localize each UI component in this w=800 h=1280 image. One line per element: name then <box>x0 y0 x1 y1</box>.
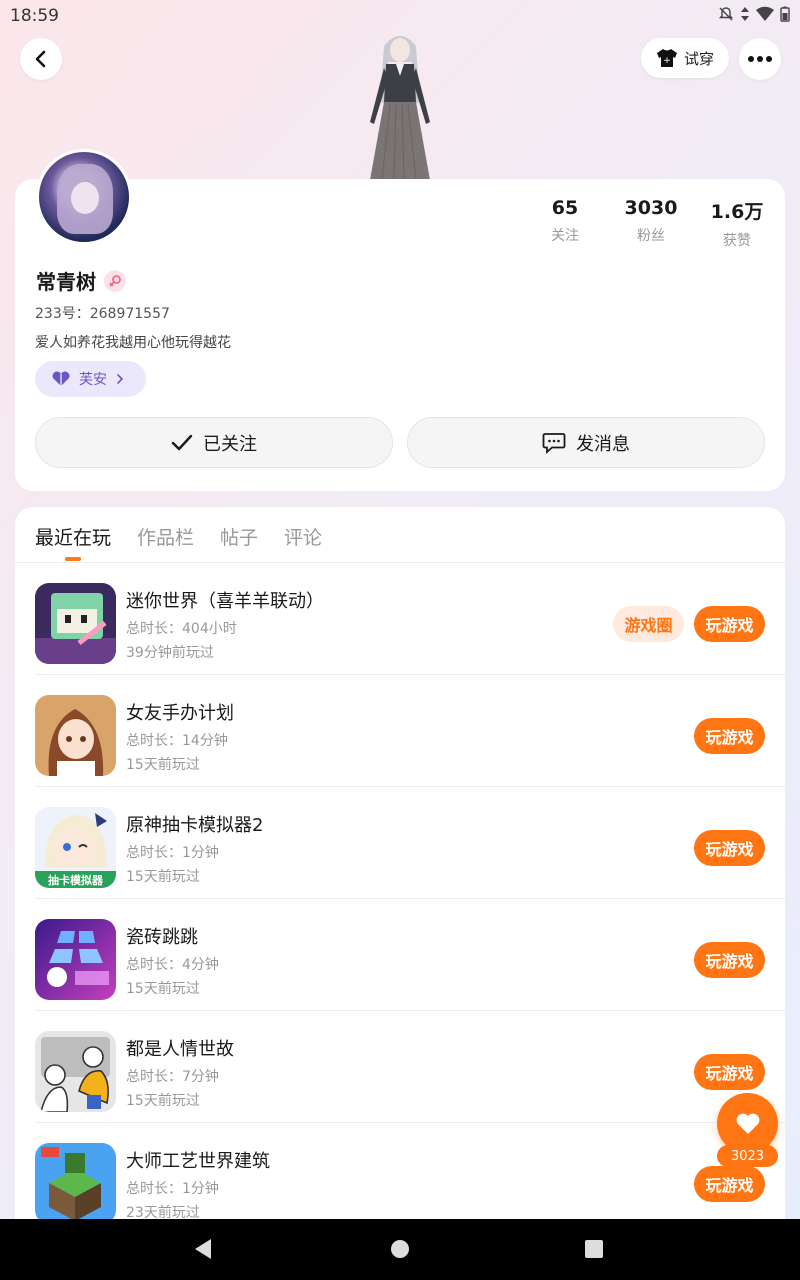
status-bar: 18:59 <box>0 0 800 32</box>
avatar-character-figure[interactable] <box>356 32 444 180</box>
game-last-played: 15天前玩过 <box>126 869 200 885</box>
stat-following-label: 关注 <box>551 228 579 244</box>
notifications-off-icon <box>718 7 734 21</box>
stat-following-value: 65 <box>551 197 579 219</box>
try-on-button[interactable]: + 试穿 <box>641 38 729 78</box>
game-icon-tiles-hop[interactable] <box>35 919 116 1000</box>
play-game-button[interactable]: 玩游戏 <box>694 606 765 642</box>
female-gender-icon <box>104 269 126 292</box>
username-row: 常青树 <box>36 266 126 295</box>
game-name: 女友手办计划 <box>126 703 234 724</box>
send-message-label: 发消息 <box>576 433 630 455</box>
tab-posts[interactable]: 帖子 <box>220 523 258 563</box>
game-duration: 总时长：404小时 <box>126 621 237 637</box>
game-duration: 总时长：4分钟 <box>126 957 219 973</box>
relationship-tag[interactable]: 芙安 <box>35 361 146 397</box>
stat-followers-label: 粉丝 <box>637 228 665 244</box>
data-arrows-icon <box>741 7 749 21</box>
relationship-tag-label: 芙安 <box>79 372 107 388</box>
chevron-right-icon <box>117 374 124 384</box>
try-on-label: 试穿 <box>683 49 714 68</box>
avatar-face-shape <box>71 182 99 214</box>
play-game-button[interactable]: 玩游戏 <box>694 718 765 754</box>
content-tabs: 最近在玩 作品栏 帖子 评论 <box>35 523 322 563</box>
checkmark-icon <box>171 434 193 450</box>
like-count-badge: 3023 <box>717 1145 778 1167</box>
game-icon-gacha-simulator[interactable]: 抽卡模拟器 <box>35 807 116 888</box>
chat-bubble-icon <box>542 432 566 454</box>
tab-works[interactable]: 作品栏 <box>137 523 194 563</box>
heart-icon <box>736 1113 759 1134</box>
stat-followers-value: 3030 <box>624 197 678 219</box>
system-nav-bar <box>0 1219 800 1280</box>
shirt-icon: + <box>656 49 677 67</box>
recent-games-card: 最近在玩 作品栏 帖子 评论 迷你世界（喜羊羊联动） 总时长：404小时 39分… <box>15 507 785 1237</box>
game-duration: 总时长：1分钟 <box>126 845 219 861</box>
game-duration: 总时长：7分钟 <box>126 1069 219 1085</box>
game-name: 迷你世界（喜羊羊联动） <box>126 591 324 612</box>
stat-likes[interactable]: 1.6万 获赞 <box>697 197 777 250</box>
followed-button[interactable]: 已关注 <box>35 417 393 468</box>
status-time: 18:59 <box>10 6 59 26</box>
game-last-played: 15天前玩过 <box>126 981 200 997</box>
more-dots-icon <box>748 56 772 62</box>
game-name: 大师工艺世界建筑 <box>126 1151 270 1172</box>
more-button[interactable] <box>739 38 781 80</box>
game-duration: 总时长：14分钟 <box>126 733 228 749</box>
game-duration: 总时长：1分钟 <box>126 1181 219 1197</box>
game-circle-button[interactable]: 游戏圈 <box>613 606 684 642</box>
heart-pair-icon <box>52 371 70 386</box>
play-game-button[interactable]: 玩游戏 <box>694 942 765 978</box>
game-name: 都是人情世故 <box>126 1039 234 1060</box>
game-row[interactable]: 抽卡模拟器 原神抽卡模拟器2 总时长：1分钟 15天前玩过 玩游戏 <box>15 787 785 899</box>
game-name: 瓷砖跳跳 <box>126 927 198 948</box>
username: 常青树 <box>36 270 96 294</box>
game-icon-caption: 抽卡模拟器 <box>35 871 116 888</box>
wifi-icon <box>756 6 774 22</box>
game-last-played: 39分钟前玩过 <box>126 645 214 661</box>
tab-comments[interactable]: 评论 <box>284 523 322 563</box>
tab-recently-played[interactable]: 最近在玩 <box>35 523 111 563</box>
stat-likes-label: 获赞 <box>723 233 751 249</box>
user-id: 233号：268971557 <box>35 306 170 322</box>
nav-home-icon[interactable] <box>390 1237 410 1261</box>
game-icon-master-craft[interactable] <box>35 1143 116 1224</box>
stat-likes-value: 1.6万 <box>710 201 764 223</box>
nav-recents-icon[interactable] <box>584 1237 604 1261</box>
game-row[interactable]: 都是人情世故 总时长：7分钟 15天前玩过 玩游戏 <box>15 1011 785 1123</box>
user-avatar[interactable] <box>36 149 132 245</box>
stat-followers[interactable]: 3030 粉丝 <box>611 197 691 245</box>
game-icon-social-etiquette[interactable] <box>35 1031 116 1112</box>
game-icon-figure-plan[interactable] <box>35 695 116 776</box>
chevron-left-icon <box>35 50 46 68</box>
game-name: 原神抽卡模拟器2 <box>126 815 264 836</box>
followed-button-label: 已关注 <box>203 433 257 455</box>
game-row[interactable]: 迷你世界（喜羊羊联动） 总时长：404小时 39分钟前玩过 游戏圈 玩游戏 <box>15 563 785 675</box>
back-button[interactable] <box>20 38 62 80</box>
send-message-button[interactable]: 发消息 <box>407 417 765 468</box>
svg-text:+: + <box>663 56 671 66</box>
play-game-button[interactable]: 玩游戏 <box>694 1166 765 1202</box>
game-row[interactable]: 瓷砖跳跳 总时长：4分钟 15天前玩过 玩游戏 <box>15 899 785 1011</box>
play-game-button[interactable]: 玩游戏 <box>694 1054 765 1090</box>
game-row[interactable]: 女友手办计划 总时长：14分钟 15天前玩过 玩游戏 <box>15 675 785 787</box>
game-last-played: 15天前玩过 <box>126 757 200 773</box>
status-icons <box>718 6 790 22</box>
nav-back-icon[interactable] <box>193 1237 213 1261</box>
stat-following[interactable]: 65 关注 <box>525 197 605 245</box>
user-bio: 爱人如养花我越用心他玩得越花 <box>35 335 231 351</box>
game-last-played: 15天前玩过 <box>126 1093 200 1109</box>
play-game-button[interactable]: 玩游戏 <box>694 830 765 866</box>
game-icon-mini-world[interactable] <box>35 583 116 664</box>
battery-icon <box>780 6 790 22</box>
